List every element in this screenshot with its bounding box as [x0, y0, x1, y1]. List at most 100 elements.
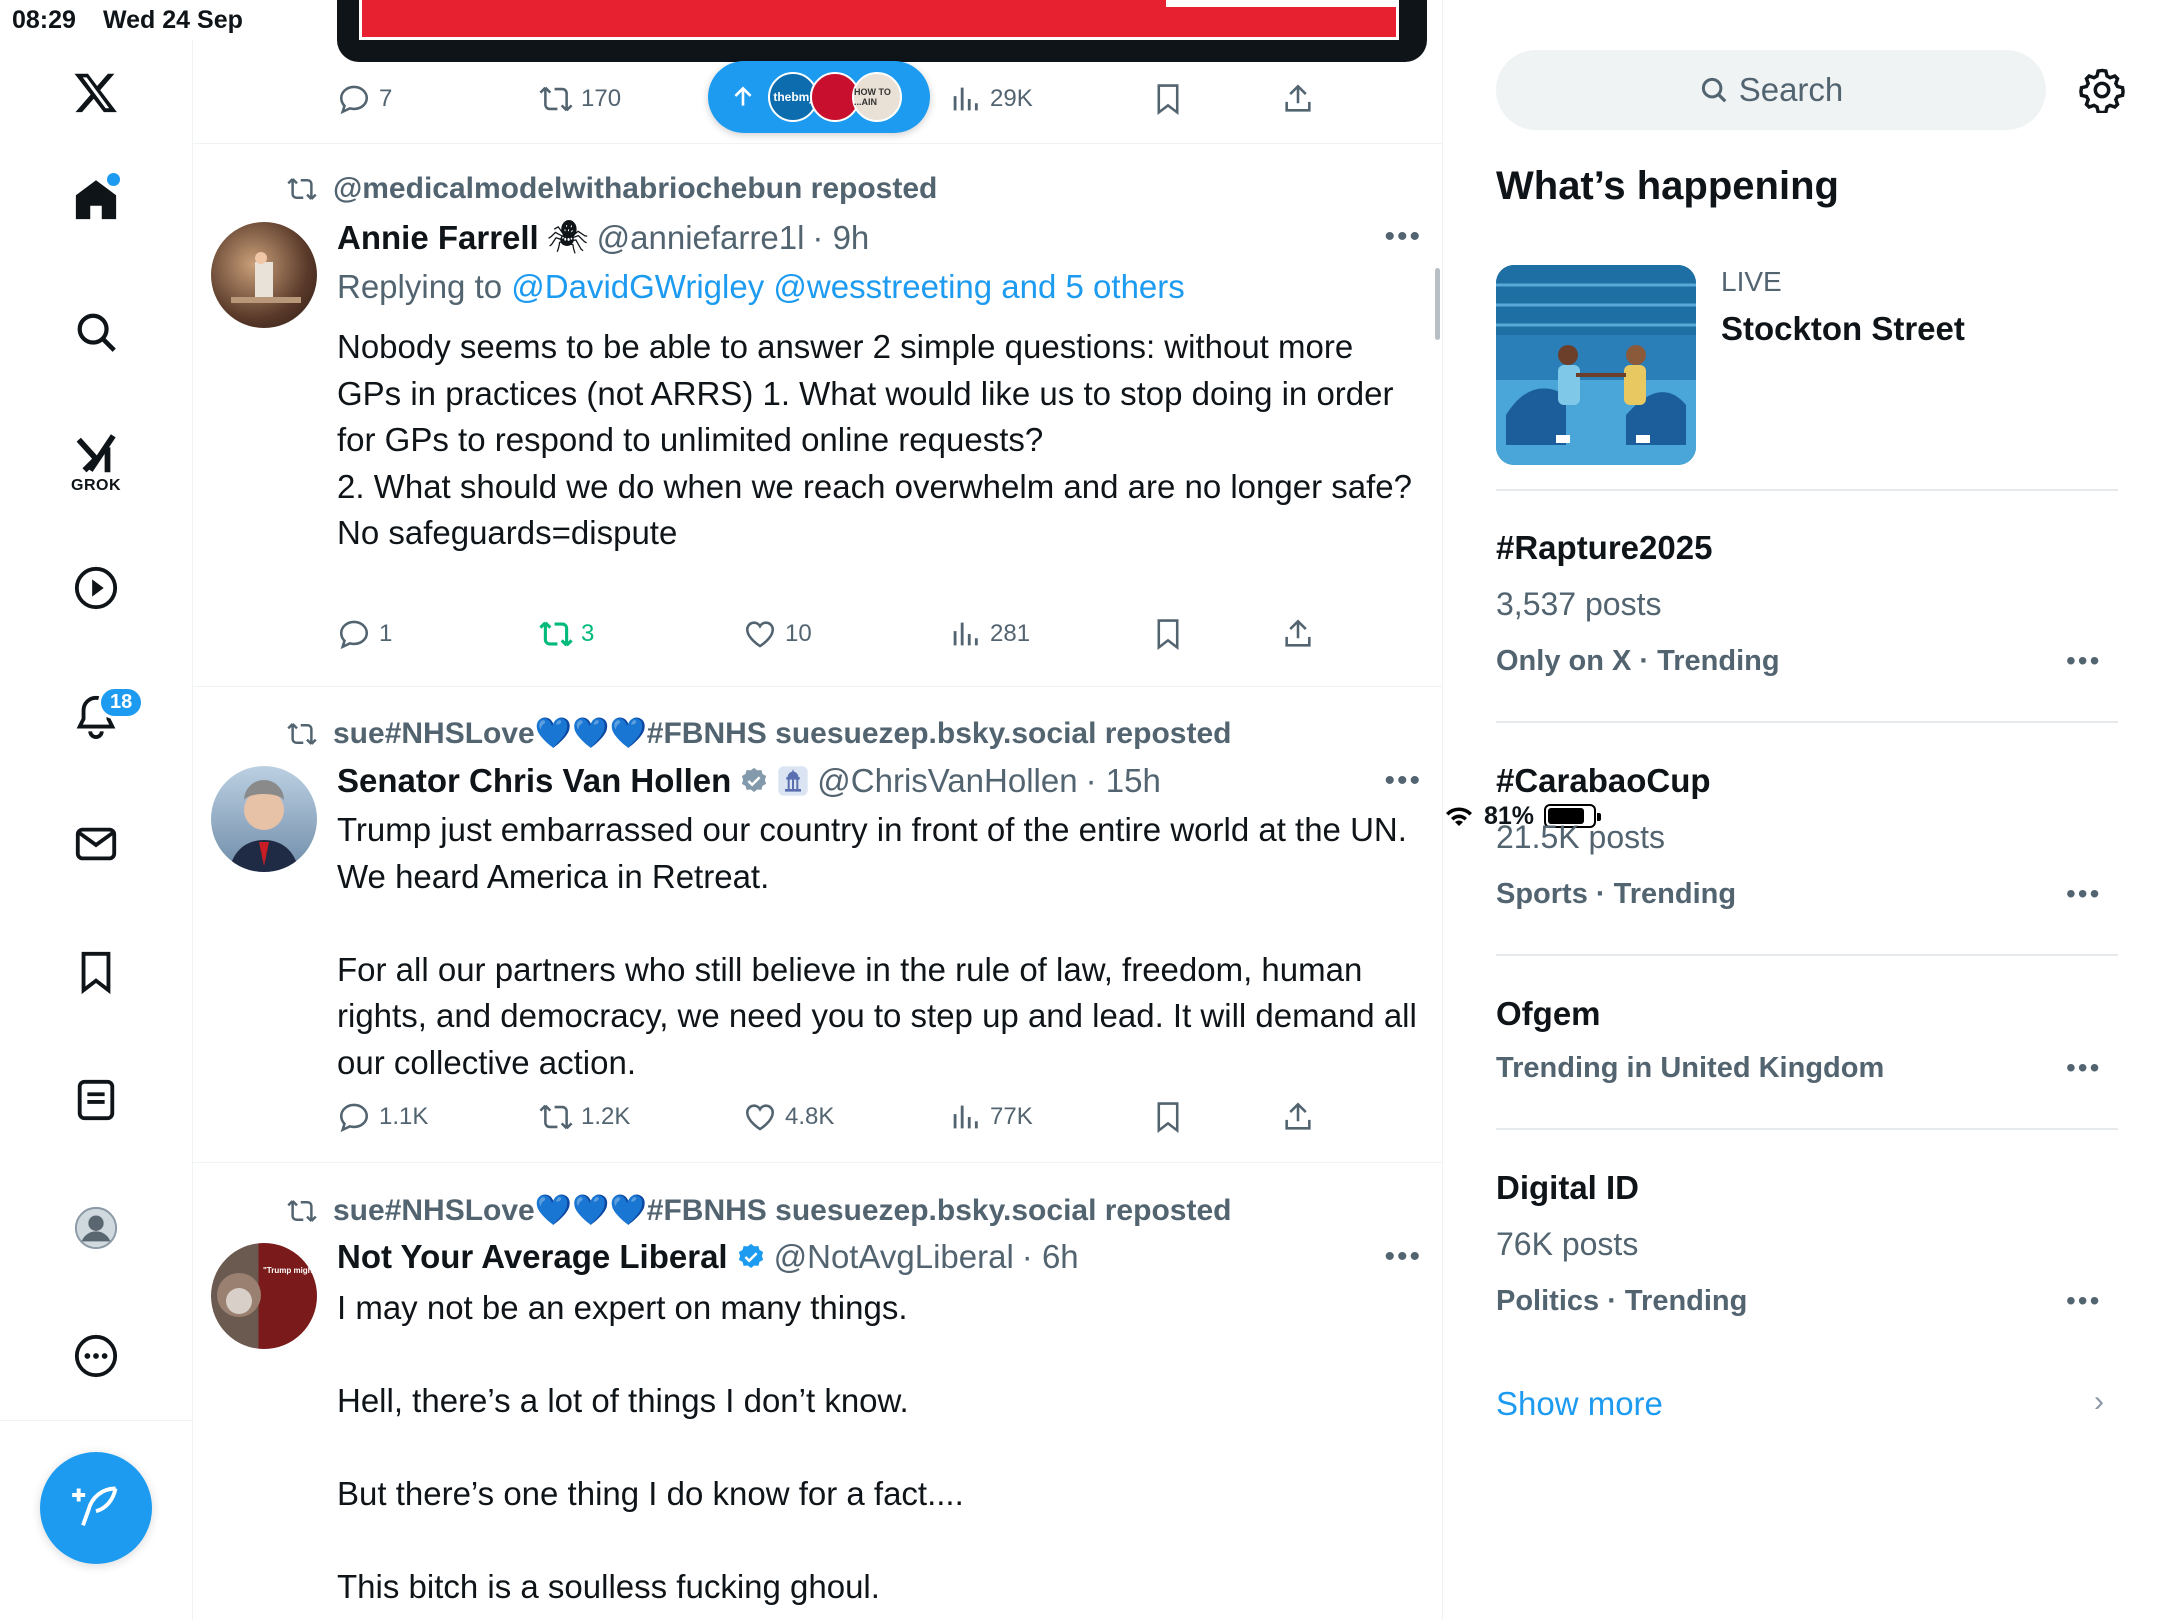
- search-input[interactable]: Search: [1496, 50, 2046, 130]
- trend-posts: 76K posts: [1496, 1226, 1639, 1262]
- tweet-divider: [193, 143, 1442, 144]
- profile-icon[interactable]: [66, 1198, 126, 1258]
- heart-icon: [745, 1104, 775, 1131]
- grok-icon[interactable]: [66, 425, 126, 485]
- repost-icon: [287, 1199, 317, 1222]
- messages-icon[interactable]: [66, 814, 126, 874]
- tweet-more-button[interactable]: •••: [1384, 220, 1422, 254]
- replying-to-links[interactable]: @DavidGWrigley @wesstreeting and 5 other…: [511, 268, 1185, 305]
- views-button[interactable]: 77K: [948, 1100, 1033, 1134]
- reposted-by[interactable]: sue#NHSLove💙💙💙#FBNHS suesuezep.bsky.soci…: [333, 1193, 1231, 1228]
- right-sidebar: Search What’s happening LIVE Stockton St…: [1444, 0, 2160, 1620]
- reply-button[interactable]: 1.1K: [337, 1100, 428, 1134]
- tweet-text: Nobody seems to be able to answer 2 simp…: [337, 328, 1412, 551]
- new-post-avatar: HOW TO ...AIN: [852, 72, 902, 122]
- bookmark-button[interactable]: [1151, 617, 1185, 651]
- reply-icon: [339, 620, 369, 650]
- tweet-divider: [193, 686, 1442, 687]
- reposted-by[interactable]: @medicalmodelwithabriochebun reposted: [333, 172, 937, 206]
- verified-blue-icon: [738, 1243, 763, 1268]
- author-name[interactable]: Not Your Average Liberal: [337, 1238, 728, 1276]
- author-handle[interactable]: @anniefarre1l: [597, 219, 805, 257]
- video-icon[interactable]: [66, 558, 126, 618]
- reply-button[interactable]: 7: [337, 82, 392, 116]
- trend-more-button[interactable]: •••: [2066, 1285, 2101, 1317]
- trend-more-button[interactable]: •••: [2066, 878, 2101, 910]
- verified-gray-icon: [742, 767, 767, 792]
- show-more-link[interactable]: Show more: [1496, 1385, 1663, 1423]
- trend-meta: Trending in United Kingdom: [1496, 1052, 1885, 1084]
- trend-more-button[interactable]: •••: [2066, 645, 2101, 677]
- reposted-by[interactable]: sue#NHSLove💙💙💙#FBNHS suesuezep.bsky.soci…: [333, 716, 1231, 751]
- repost-icon: [539, 86, 573, 112]
- bookmarks-icon[interactable]: [66, 942, 126, 1002]
- avatar[interactable]: "Trump might be America's Hitler": [211, 1243, 317, 1349]
- tweet-time[interactable]: · 15h: [1086, 762, 1161, 800]
- author-handle[interactable]: @ChrisVanHollen: [817, 762, 1077, 800]
- status-time: 08:29: [12, 6, 76, 34]
- like-button[interactable]: 10: [743, 617, 812, 651]
- trend-more-button[interactable]: •••: [2066, 1052, 2101, 1084]
- repost-indicator: @medicalmodelwithabriochebun reposted: [285, 172, 937, 206]
- repost-icon: [287, 178, 317, 200]
- bookmark-icon: [1157, 84, 1179, 116]
- repost-button[interactable]: 170: [539, 82, 621, 116]
- notifications-badge: 18: [98, 686, 145, 719]
- trend-posts: 3,537 posts: [1496, 586, 1662, 622]
- share-button[interactable]: [1281, 82, 1315, 116]
- views-button[interactable]: 29K: [948, 82, 1033, 116]
- compose-button[interactable]: [40, 1452, 152, 1564]
- reply-button[interactable]: 1: [337, 617, 392, 651]
- avatar[interactable]: [211, 766, 317, 872]
- trend-title: Digital ID: [1496, 1169, 1640, 1206]
- tweet-divider: [193, 1162, 1442, 1163]
- government-badge-icon: [778, 766, 808, 796]
- share-icon: [1285, 1102, 1311, 1130]
- left-nav: GROK 18: [0, 40, 193, 1620]
- nav-divider: [0, 1420, 193, 1421]
- tweet-time[interactable]: · 9h: [812, 219, 869, 257]
- repost-icon: [539, 1104, 573, 1130]
- views-icon: [953, 622, 978, 646]
- settings-button[interactable]: [2074, 62, 2130, 118]
- bookmark-icon: [1157, 619, 1179, 651]
- views-button[interactable]: 281: [948, 617, 1030, 651]
- author-handle[interactable]: @NotAvgLiberal: [774, 1238, 1014, 1276]
- lists-icon[interactable]: [66, 1070, 126, 1130]
- timeline: 7 170 thebmj HOW TO ...AIN 29K @medicalm…: [193, 0, 1443, 1620]
- tweet-text: Trump just embarrassed our country in fr…: [337, 811, 1417, 1081]
- trend-meta: Sports · Trending: [1496, 878, 1737, 910]
- scrollbar[interactable]: [1435, 268, 1440, 340]
- search-icon[interactable]: [66, 302, 126, 362]
- author-line: Not Your Average Liberal @NotAvgLiberal …: [337, 1238, 1079, 1276]
- like-button[interactable]: 4.8K: [743, 1100, 834, 1134]
- tweet-media-partial[interactable]: [337, 0, 1427, 62]
- author-line: Senator Chris Van Hollen @ChrisVanHollen…: [337, 762, 1161, 800]
- trend-divider: [1496, 954, 2118, 956]
- x-logo-icon[interactable]: [66, 62, 126, 122]
- views-icon: [953, 1105, 978, 1129]
- trend-divider: [1496, 489, 2118, 491]
- more-icon[interactable]: [66, 1326, 126, 1386]
- author-name[interactable]: Annie Farrell: [337, 219, 539, 257]
- share-icon: [1285, 619, 1311, 647]
- share-button[interactable]: [1281, 1100, 1315, 1134]
- reply-icon: [339, 85, 369, 115]
- bookmark-button[interactable]: [1151, 82, 1185, 116]
- tweet-more-button[interactable]: •••: [1384, 1240, 1422, 1274]
- trend-meta: Politics · Trending: [1496, 1285, 1748, 1317]
- new-posts-pill[interactable]: thebmj HOW TO ...AIN: [708, 61, 930, 133]
- trend-title: #Rapture2025: [1496, 529, 1713, 566]
- bookmark-button[interactable]: [1151, 1100, 1185, 1134]
- author-name[interactable]: Senator Chris Van Hollen: [337, 762, 731, 800]
- tweet-more-button[interactable]: •••: [1384, 764, 1422, 798]
- share-button[interactable]: [1281, 617, 1315, 651]
- heart-icon: [745, 621, 775, 648]
- repost-icon: [287, 722, 317, 745]
- repost-button[interactable]: 3: [539, 617, 594, 651]
- trend-meta: Only on X · Trending: [1496, 645, 1780, 677]
- bookmark-icon: [1157, 1102, 1179, 1134]
- repost-button[interactable]: 1.2K: [539, 1100, 630, 1134]
- tweet-time[interactable]: · 6h: [1022, 1238, 1079, 1276]
- avatar[interactable]: [211, 222, 317, 328]
